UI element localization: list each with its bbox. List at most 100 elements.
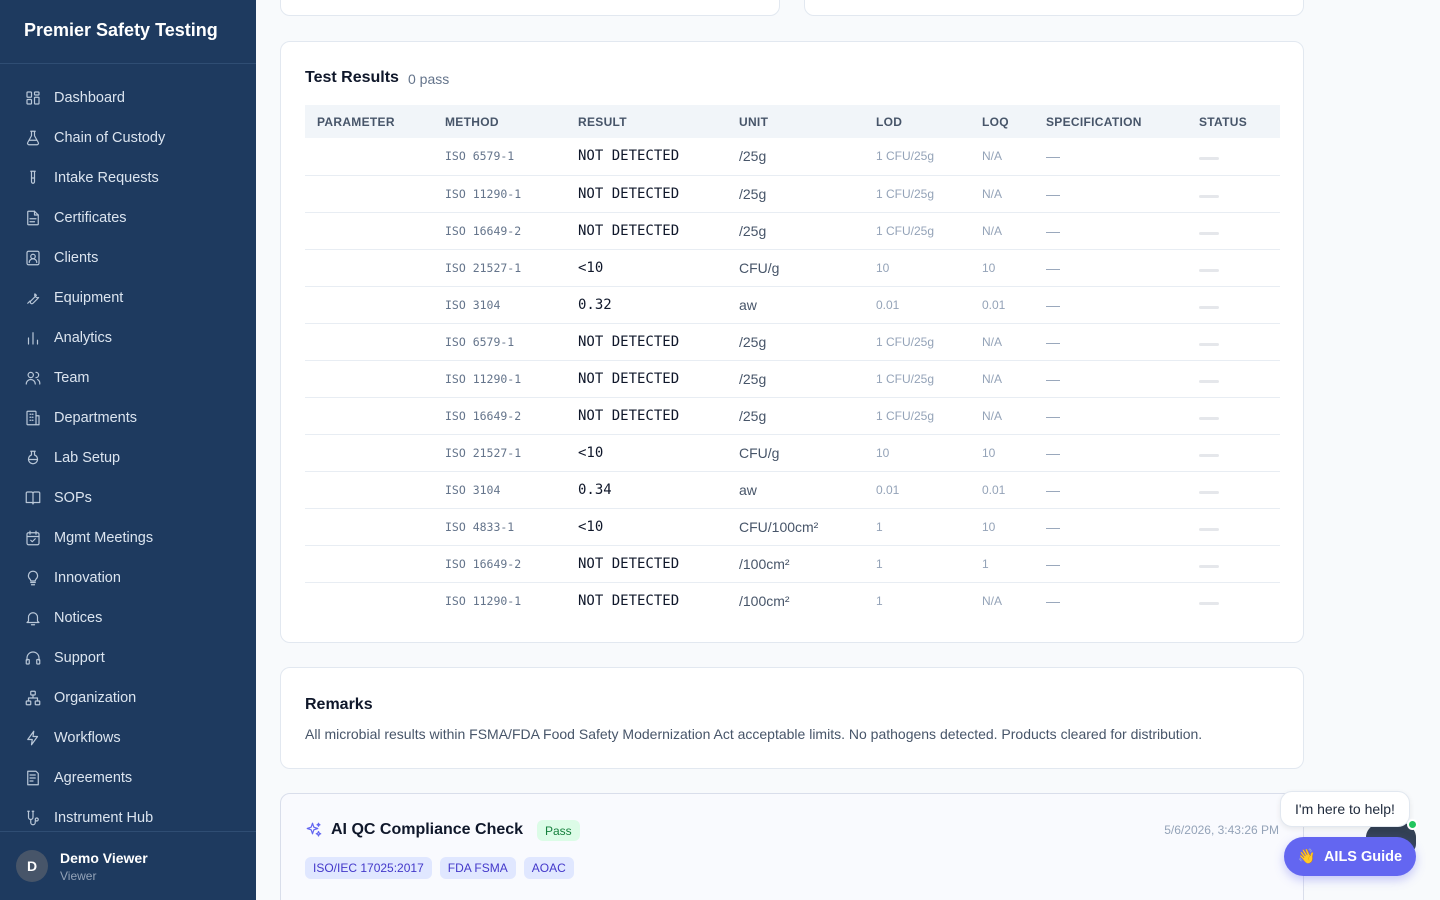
book-icon (24, 489, 42, 507)
sidebar-item-dashboard[interactable]: Dashboard (0, 78, 256, 118)
cell-parameter (305, 471, 433, 508)
col-header-result[interactable]: RESULT (566, 105, 727, 138)
table-row[interactable]: ISO 11290-1 NOT DETECTED/25g 1 CFU/25g N/A — (305, 360, 1280, 397)
table-row[interactable]: ISO 16649-2 NOT DETECTED/100cm² 1 1 — (305, 545, 1280, 582)
col-header-status[interactable]: STATUS (1187, 105, 1280, 138)
sidebar-item-intake-requests[interactable]: Intake Requests (0, 158, 256, 198)
status-placeholder (1199, 305, 1219, 309)
cell-specification: — (1046, 407, 1060, 424)
tag-fda-fsma: FDA FSMA (439, 857, 516, 879)
user-name: Demo Viewer (60, 849, 148, 866)
cell-method: ISO 6579-1 (445, 149, 515, 164)
sidebar-item-workflows[interactable]: Workflows (0, 718, 256, 758)
status-placeholder (1199, 342, 1219, 346)
sidebar-item-lab-setup[interactable]: Lab Setup (0, 438, 256, 478)
table-row[interactable]: ISO 6579-1 NOT DETECTED/25g 1 CFU/25g N/A — (305, 138, 1280, 175)
col-header-method[interactable]: METHOD (433, 105, 566, 138)
cell-loq: 1 (982, 556, 989, 571)
cell-loq: N/A (982, 223, 1003, 238)
col-header-parameter[interactable]: PARAMETER (305, 105, 433, 138)
cell-result: NOT DETECTED (578, 148, 680, 165)
table-row[interactable]: ISO 4833-1 <10 CFU/100cm² 1 10 — (305, 508, 1280, 545)
cell-lod: 1 CFU/25g (876, 408, 935, 423)
sidebar-item-chain-of-custody[interactable]: Chain of Custody (0, 118, 256, 158)
cell-parameter (305, 138, 433, 175)
sidebar-item-agreements[interactable]: Agreements (0, 758, 256, 798)
col-header-unit[interactable]: UNIT (727, 105, 864, 138)
cell-lod: 0.01 (876, 482, 900, 497)
cell-method: ISO 3104 (445, 482, 501, 497)
sidebar-item-departments[interactable]: Departments (0, 398, 256, 438)
cell-loq: 10 (982, 445, 996, 460)
sidebar-item-innovation[interactable]: Innovation (0, 558, 256, 598)
cell-unit: aw (739, 481, 757, 498)
col-header-lod[interactable]: LOD (864, 105, 970, 138)
sidebar-item-team[interactable]: Team (0, 358, 256, 398)
cell-loq: N/A (982, 408, 1003, 423)
sidebar-item-clients[interactable]: Clients (0, 238, 256, 278)
cell-method: ISO 16649-2 (445, 408, 522, 423)
user-profile[interactable]: D Demo Viewer Viewer (0, 831, 256, 900)
status-placeholder (1199, 268, 1219, 272)
table-row[interactable]: ISO 21527-1 <10 CFU/g 10 10 — (305, 249, 1280, 286)
table-row[interactable]: ISO 3104 0.34 aw 0.01 0.01 — (305, 471, 1280, 508)
table-row[interactable]: ISO 16649-2 NOT DETECTED/25g 1 CFU/25g N/A — (305, 212, 1280, 249)
cell-parameter (305, 545, 433, 582)
cell-status (1187, 397, 1280, 434)
cell-specification: — (1046, 555, 1060, 572)
document-icon (24, 209, 42, 227)
cell-lod: 1 CFU/25g (876, 149, 935, 164)
table-row[interactable]: ISO 11290-1 NOT DETECTED/100cm² 1 N/A — (305, 582, 1280, 619)
ails-guide-label: AILS Guide (1323, 848, 1403, 865)
cell-specification: — (1046, 296, 1060, 313)
table-row[interactable]: ISO 3104 0.32 aw 0.01 0.01 — (305, 286, 1280, 323)
cell-parameter (305, 286, 433, 323)
dashboard-icon (24, 89, 42, 107)
ai-qc-card: AI QC Compliance Check Pass 5/6/2026, 3:… (280, 793, 1304, 900)
cell-result: NOT DETECTED (578, 407, 680, 424)
cell-method: ISO 3104 (445, 297, 501, 312)
table-row[interactable]: ISO 6579-1 NOT DETECTED/25g 1 CFU/25g N/A — (305, 323, 1280, 360)
sidebar-item-label: Team (54, 370, 90, 386)
col-header-specification[interactable]: SPECIFICATION (1034, 105, 1187, 138)
brand-title[interactable]: Premier Safety Testing (0, 0, 256, 64)
cell-specification: — (1046, 481, 1060, 498)
remarks-title: Remarks (305, 696, 373, 713)
table-row[interactable]: ISO 16649-2 NOT DETECTED/25g 1 CFU/25g N/A — (305, 397, 1280, 434)
sidebar-item-organization[interactable]: Organization (0, 678, 256, 718)
sidebar-item-label: Agreements (54, 770, 133, 786)
sidebar-item-label: Analytics (54, 330, 113, 346)
sidebar-item-notices[interactable]: Notices (0, 598, 256, 638)
qc-timestamp: 5/6/2026, 3:43:26 PM (1164, 823, 1279, 837)
sidebar-item-equipment[interactable]: Equipment (0, 278, 256, 318)
sidebar-item-label: Support (54, 650, 105, 666)
sidebar-item-support[interactable]: Support (0, 638, 256, 678)
cell-specification: — (1046, 259, 1060, 276)
calendar-icon (24, 529, 42, 547)
sidebar-item-certificates[interactable]: Certificates (0, 198, 256, 238)
sidebar-item-mgmt-meetings[interactable]: Mgmt Meetings (0, 518, 256, 558)
cell-status (1187, 286, 1280, 323)
cell-status (1187, 249, 1280, 286)
cell-loq: 0.01 (982, 482, 1006, 497)
cell-lod: 1 CFU/25g (876, 186, 935, 201)
table-row[interactable]: ISO 11290-1 NOT DETECTED/25g 1 CFU/25g N/A — (305, 175, 1280, 212)
bar-chart-icon (24, 329, 42, 347)
cell-loq: 10 (982, 260, 996, 275)
cell-lod: 1 CFU/25g (876, 334, 935, 349)
users-icon (24, 369, 42, 387)
wave-icon: 👋 (1297, 849, 1316, 865)
sidebar-item-sops[interactable]: SOPs (0, 478, 256, 518)
wrench-icon (24, 289, 42, 307)
table-row[interactable]: ISO 21527-1 <10 CFU/g 10 10 — (305, 434, 1280, 471)
cell-loq: N/A (982, 371, 1003, 386)
cell-unit: aw (739, 296, 757, 313)
cell-specification: — (1046, 370, 1060, 387)
col-header-loq[interactable]: LOQ (970, 105, 1034, 138)
sidebar-item-analytics[interactable]: Analytics (0, 318, 256, 358)
cell-parameter (305, 249, 433, 286)
cell-unit: /25g (739, 333, 767, 350)
status-placeholder (1199, 194, 1219, 198)
cell-lod: 1 (876, 556, 883, 571)
ails-guide-button[interactable]: 👋 AILS Guide (1284, 837, 1416, 876)
